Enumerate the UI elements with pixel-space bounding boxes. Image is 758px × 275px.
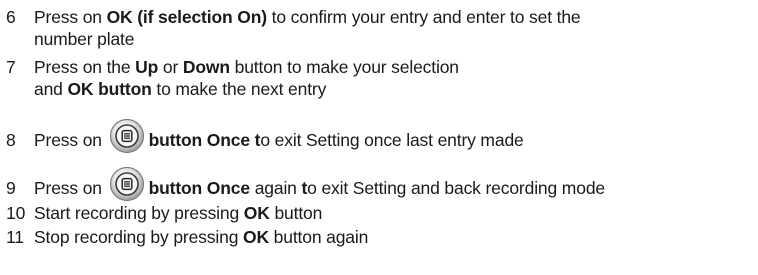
step-text: Press on bbox=[34, 7, 107, 27]
step-bold-text: OK button bbox=[67, 79, 152, 99]
step-7: 7 Press on the Up or Down button to make … bbox=[6, 56, 459, 100]
step-text: Press on bbox=[34, 178, 107, 198]
instruction-list: 6 Press on OK (if selection On) to confir… bbox=[0, 0, 758, 275]
step-6-line-2: number plate bbox=[34, 29, 135, 49]
step-bold-text: OK bbox=[243, 203, 270, 223]
step-bold-text: OK (if selection On) bbox=[106, 7, 268, 27]
step-bold-text: Down bbox=[182, 57, 230, 77]
step-text: and bbox=[34, 79, 68, 99]
step-text: Stop recording by pressing bbox=[34, 227, 243, 247]
step-text: button bbox=[269, 203, 323, 223]
step-text: Start recording by pressing bbox=[34, 203, 244, 223]
step-number: 6 bbox=[6, 7, 16, 27]
step-number: 8 bbox=[6, 130, 16, 150]
step-bold-text: button Once bbox=[148, 178, 251, 198]
step-text: button again bbox=[268, 227, 369, 247]
step-10: 10 Start recording by pressing OK button bbox=[6, 202, 322, 224]
step-7-line-2: and OK button to make the next entry bbox=[6, 78, 459, 100]
step-text: Press on the bbox=[34, 57, 136, 77]
step-6-line-1: 6 Press on OK (if selection On) to confir… bbox=[6, 6, 581, 28]
step-text: again bbox=[249, 178, 302, 198]
step-number: 7 bbox=[6, 57, 16, 77]
step-text: o exit Setting once last entry made bbox=[260, 130, 524, 150]
step-11: 11 Stop recording by pressing OK button a… bbox=[6, 226, 368, 248]
step-6: 6 Press on OK (if selection On) to confir… bbox=[6, 6, 581, 50]
step-number: 9 bbox=[6, 178, 16, 198]
menu-button-icon bbox=[109, 118, 145, 154]
step-text: to make the next entry bbox=[151, 79, 327, 99]
step-7-line-1: 7 Press on the Up or Down button to make … bbox=[6, 56, 459, 78]
step-text: Press on bbox=[34, 130, 107, 150]
step-text: or bbox=[158, 57, 183, 77]
step-number: 11 bbox=[6, 227, 24, 247]
step-number: 10 bbox=[6, 203, 26, 223]
menu-button-icon bbox=[109, 166, 145, 202]
step-bold-text: button Once t bbox=[148, 130, 261, 150]
step-text: button to make your selection bbox=[229, 57, 459, 77]
step-bold-text: Up bbox=[135, 57, 159, 77]
step-8: 8 Press on button Once to exit Setting on… bbox=[6, 118, 524, 154]
step-text: to confirm your entry and enter to set t… bbox=[266, 7, 581, 27]
step-text: o exit Setting and back recording mode bbox=[307, 178, 605, 198]
step-bold-text: OK bbox=[242, 227, 269, 247]
step-9: 9 Press on button Once again to exit Sett… bbox=[6, 166, 605, 202]
